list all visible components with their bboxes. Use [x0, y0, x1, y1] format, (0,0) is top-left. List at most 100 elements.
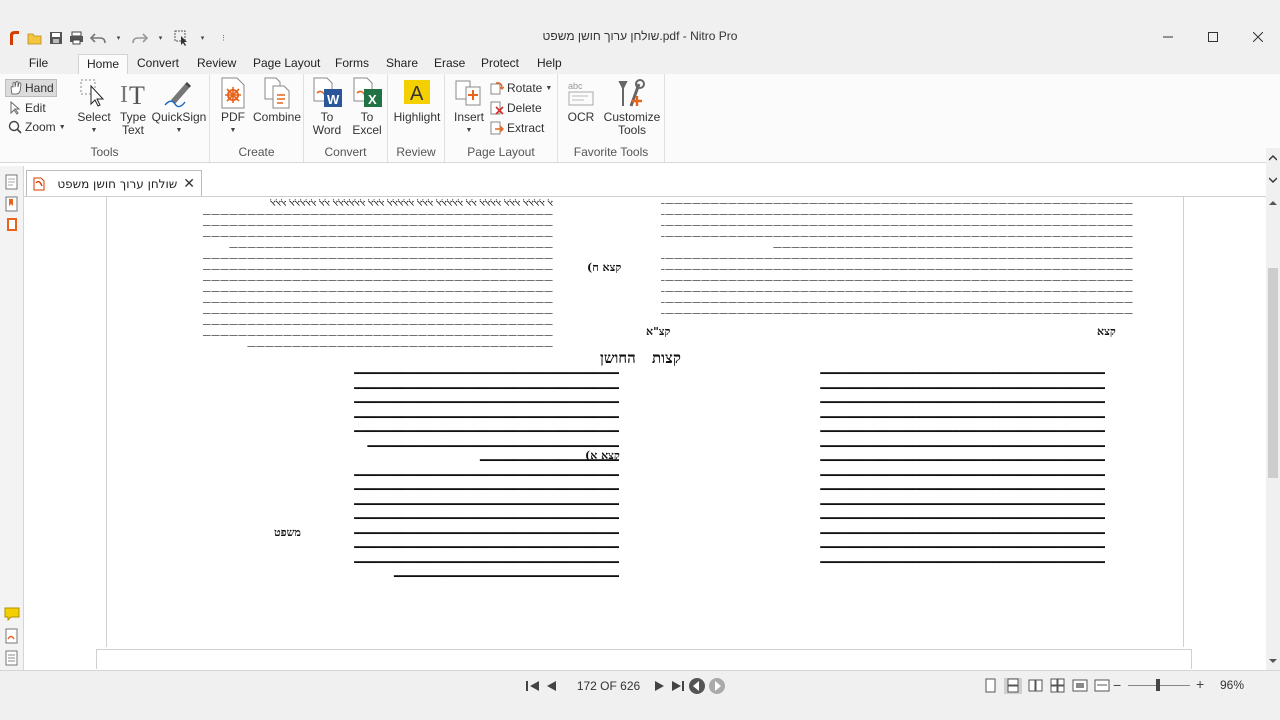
group-tools: Hand Edit Zoom ▼ Select ▼ IT Type Text Q… [0, 74, 210, 162]
edit-button[interactable]: Edit [8, 99, 46, 117]
text-block-top-right: ————————————————————————————————————————… [661, 199, 1133, 319]
last-page-icon[interactable] [669, 679, 687, 693]
page-number-field[interactable]: 172 OF 626 [576, 676, 641, 696]
next-page-edge [96, 649, 1192, 669]
signatures-panel-icon[interactable] [4, 628, 20, 644]
svg-text:I: I [120, 82, 128, 108]
group-page-layout-title: Page Layout [467, 145, 535, 159]
text-block-top-left: ﭏ ﭏﭏﭏﭏ ﭏﭏﭏ ﭏﭏﭏﭏ ﭏﭏ ﭏﭏﭏﭏﭏ ﭏﭏﭏ ﭏﭏﭏﭏﭏ ﭏﭏﭏ ﭏ… [203, 199, 553, 352]
highlight-icon: A [400, 77, 434, 109]
combine-icon [260, 77, 294, 109]
tab-forms[interactable]: Forms [327, 54, 377, 74]
scroll-up-icon[interactable] [1269, 200, 1277, 206]
type-text-button[interactable]: IT Type Text [116, 77, 150, 137]
ribbon-collapse-icon[interactable] [1269, 155, 1277, 161]
next-page-icon[interactable] [651, 679, 669, 693]
to-excel-button[interactable]: X To Excel [348, 77, 386, 137]
section-label-2: קצא ח) [587, 261, 622, 274]
tab-help[interactable]: Help [529, 54, 570, 74]
zoom-slider-thumb[interactable] [1156, 679, 1160, 691]
continuous-view-icon[interactable] [1004, 678, 1022, 694]
tab-file[interactable]: File [0, 53, 77, 73]
zoom-button[interactable]: Zoom ▼ [8, 118, 66, 136]
document-tab[interactable]: שולחן ערוך חושן משפט ✕ [26, 170, 202, 196]
bookmarks-panel-icon[interactable] [4, 196, 20, 212]
comments-panel-icon[interactable] [4, 606, 20, 622]
type-text-label: Type Text [119, 110, 146, 137]
doc-tabs-dropdown-icon[interactable] [1269, 177, 1277, 183]
close-tab-icon[interactable]: ✕ [183, 176, 195, 192]
document-tab-title: שולחן ערוך חושן משפט [57, 176, 178, 191]
maximize-icon[interactable] [1190, 26, 1235, 48]
pdf-page[interactable]: ﭏ ﭏﭏﭏﭏ ﭏﭏﭏ ﭏﭏﭏﭏ ﭏﭏ ﭏﭏﭏﭏﭏ ﭏﭏﭏ ﭏﭏﭏﭏﭏ ﭏﭏﭏ ﭏ… [106, 197, 1184, 647]
group-review: A Highlight Review [388, 74, 445, 162]
zoom-out-icon[interactable]: − [1113, 677, 1121, 693]
highlight-label: Highlight [393, 110, 441, 124]
tab-page-layout[interactable]: Page Layout [245, 54, 328, 74]
scroll-thumb[interactable] [1268, 268, 1278, 478]
window-title: שולחן ערוך חושן משפט.pdf - Nitro Pro [542, 29, 738, 43]
quicksign-dropdown-icon: ▼ [175, 127, 183, 134]
delete-button[interactable]: Delete [490, 99, 542, 117]
facing-view-icon[interactable] [1028, 678, 1044, 694]
to-word-label: To Word [312, 110, 342, 137]
select-button[interactable]: Select ▼ [76, 77, 112, 137]
rotate-label: Rotate [507, 81, 543, 95]
select-icon [77, 77, 111, 109]
previous-view-icon[interactable] [687, 677, 707, 695]
quicksign-button[interactable]: QuickSign ▼ [152, 77, 206, 137]
rotate-button[interactable]: Rotate ▼ [490, 79, 552, 97]
scroll-down-icon[interactable] [1269, 658, 1277, 664]
first-page-icon[interactable] [524, 679, 542, 693]
ocr-icon: abc [564, 77, 598, 109]
layers-panel-icon[interactable] [4, 650, 20, 666]
close-icon[interactable] [1235, 26, 1280, 48]
zoom-icon [8, 120, 22, 134]
group-convert: W To Word X To Excel Convert [304, 74, 388, 162]
next-view-icon[interactable] [707, 677, 727, 695]
to-word-button[interactable]: W To Word [308, 77, 346, 137]
hand-icon [10, 81, 22, 95]
previous-page-icon[interactable] [542, 679, 560, 693]
rotate-icon [490, 82, 504, 95]
window-controls [1145, 26, 1280, 48]
zoom-level[interactable]: 96% [1220, 678, 1244, 692]
to-excel-icon: X [350, 77, 384, 109]
vertical-scrollbar[interactable] [1266, 148, 1280, 670]
tab-protect[interactable]: Protect [473, 54, 527, 74]
tab-convert[interactable]: Convert [129, 54, 187, 74]
quicksign-pen-icon [162, 77, 196, 109]
create-pdf-icon [216, 77, 250, 109]
facing-continuous-view-icon[interactable] [1050, 678, 1066, 694]
tab-home[interactable]: Home [78, 54, 129, 74]
select-label: Select [77, 110, 111, 124]
extract-button[interactable]: Extract [490, 119, 544, 137]
pdf-dropdown-icon: ▼ [229, 127, 237, 134]
single-page-view-icon[interactable] [982, 678, 998, 694]
pdf-label: PDF [221, 110, 245, 124]
minimize-icon[interactable] [1145, 26, 1190, 48]
attachments-panel-icon[interactable] [4, 216, 20, 232]
tab-erase[interactable]: Erase [426, 54, 473, 74]
combine-button[interactable]: Combine [252, 77, 302, 124]
group-favorite-tools-title: Favorite Tools [573, 145, 649, 159]
group-create: PDF ▼ Combine Create [210, 74, 304, 162]
svg-text:X: X [368, 92, 377, 107]
tab-share[interactable]: Share [378, 54, 426, 74]
group-page-layout: Insert ▼ Rotate ▼ Delete Extract Page La… [445, 74, 558, 162]
insert-button[interactable]: Insert ▼ [451, 77, 487, 137]
ocr-button[interactable]: abc OCR [562, 77, 600, 124]
pdf-button[interactable]: PDF ▼ [216, 77, 250, 137]
view-mode-buttons [982, 677, 1110, 695]
customize-tools-label: Customize Tools [603, 110, 661, 137]
zoom-in-icon[interactable]: + [1196, 676, 1204, 692]
fit-page-icon[interactable] [1072, 678, 1088, 694]
customize-tools-button[interactable]: Customize Tools [602, 77, 662, 137]
document-view[interactable]: ﭏ ﭏﭏﭏﭏ ﭏﭏﭏ ﭏﭏﭏﭏ ﭏﭏ ﭏﭏﭏﭏﭏ ﭏﭏﭏ ﭏﭏﭏﭏﭏ ﭏﭏﭏ ﭏ… [24, 196, 1266, 670]
fit-width-icon[interactable] [1094, 678, 1110, 694]
hand-button[interactable]: Hand [5, 79, 57, 97]
highlight-button[interactable]: A Highlight [392, 77, 442, 124]
pages-panel-icon[interactable] [4, 174, 20, 190]
extract-icon [490, 121, 504, 135]
tab-review[interactable]: Review [189, 54, 244, 74]
